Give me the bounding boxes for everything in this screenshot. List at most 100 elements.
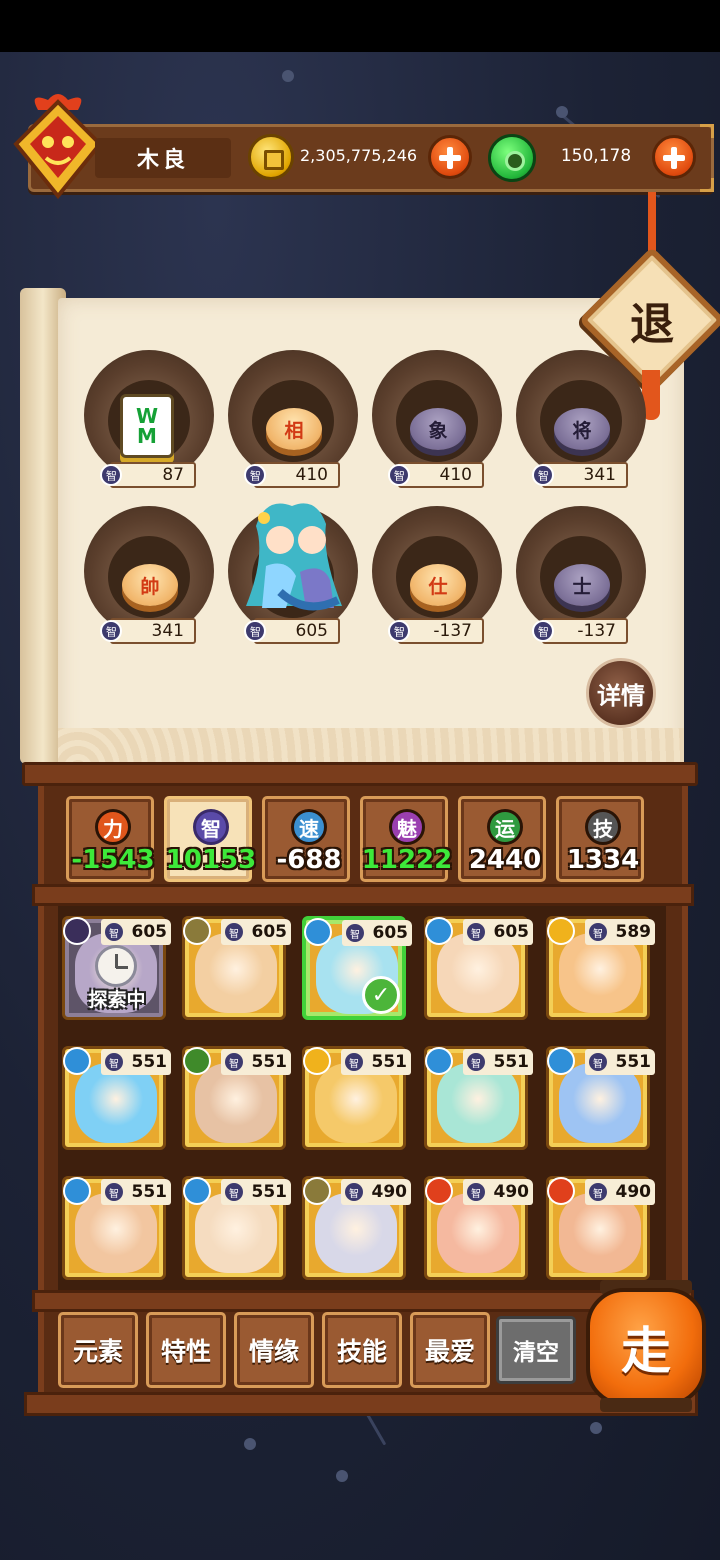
- hero-stat-value: 605: [372, 923, 409, 943]
- hero-portrait: [315, 1193, 397, 1273]
- cabinet-shelf: [32, 884, 694, 906]
- wood-element-icon: [183, 1047, 211, 1075]
- water-element-icon: [63, 1047, 91, 1075]
- hero-portrait: [195, 933, 277, 1013]
- intellect-symbol: 智: [537, 625, 549, 638]
- chess-piece-icon: 士: [554, 564, 610, 606]
- chess-piece-icon: 象: [410, 408, 466, 450]
- intellect-icon: 智: [589, 1053, 607, 1071]
- chess-piece-icon: 相: [266, 408, 322, 450]
- hero-stat-tag: 智 589: [585, 919, 655, 945]
- filter-button[interactable]: 元素: [58, 1312, 138, 1388]
- water-element-icon: [304, 918, 332, 946]
- filter-button[interactable]: 特性: [146, 1312, 226, 1388]
- attribute-tab[interactable]: 速 -688: [262, 796, 350, 882]
- add-gold-button[interactable]: [428, 135, 472, 179]
- hero-portrait: [559, 1193, 641, 1273]
- hero-card[interactable]: 智 551: [182, 1046, 291, 1150]
- fire-element-icon: [547, 1177, 575, 1205]
- hero-portrait: [437, 933, 519, 1013]
- hero-card[interactable]: 智 551: [62, 1046, 171, 1150]
- exit-label[interactable]: 退: [600, 268, 704, 372]
- hero-portrait: [559, 1063, 641, 1143]
- attribute-value: 1334: [566, 845, 640, 875]
- slot-stat-tag: 智 87: [95, 459, 196, 491]
- scroll-wave-border: [58, 728, 684, 766]
- intellect-icon: 智: [225, 1183, 243, 1201]
- add-jade-button[interactable]: [652, 135, 696, 179]
- intellect-icon: 智: [589, 923, 607, 941]
- hero-portrait: [195, 1193, 277, 1273]
- hero-stat-tag: 智 551: [463, 1049, 533, 1075]
- hero-portrait: [75, 1193, 157, 1273]
- slot-stat-value: -137: [577, 621, 616, 641]
- gold-amount: 2,305,775,246: [300, 146, 418, 165]
- slot-stat-value: 87: [162, 465, 184, 485]
- hero-stat-tag: 智 551: [221, 1049, 291, 1075]
- hero-card[interactable]: 智 551: [424, 1046, 533, 1150]
- hero-stat-tag: 智 490: [585, 1179, 655, 1205]
- attribute-tab[interactable]: 技 1334: [556, 796, 644, 882]
- slot-stat-tag: 智 -137: [527, 615, 628, 647]
- hero-card[interactable]: 智 490: [546, 1176, 655, 1280]
- attribute-icon: 魅: [389, 809, 425, 845]
- hero-stat-tag: 智 551: [585, 1049, 655, 1075]
- hero-card[interactable]: 智 605: [424, 916, 533, 1020]
- hero-stat-value: 589: [615, 922, 652, 942]
- hero-stat-tag: 智 551: [101, 1179, 171, 1205]
- attribute-value: 10153: [165, 845, 257, 875]
- player-name: 木良: [95, 138, 231, 178]
- slot-stat-tag: 智 605: [239, 615, 340, 647]
- water-element-icon: [425, 1047, 453, 1075]
- hero-card[interactable]: 智 490: [424, 1176, 533, 1280]
- demon-mask-icon[interactable]: [8, 92, 108, 202]
- attribute-tab[interactable]: 智 10153: [164, 796, 256, 882]
- filter-button[interactable]: 最爱: [410, 1312, 490, 1388]
- filter-button[interactable]: 技能: [322, 1312, 402, 1388]
- intellect-icon: 智: [467, 1053, 485, 1071]
- hero-card[interactable]: 智 589: [546, 916, 655, 1020]
- intellect-icon: 智: [225, 923, 243, 941]
- light-element-icon: [303, 1047, 331, 1075]
- details-button[interactable]: 详情: [586, 658, 656, 728]
- hero-card[interactable]: 智 490: [302, 1176, 411, 1280]
- intellect-icon: 智: [345, 1183, 363, 1201]
- go-button[interactable]: 走: [586, 1288, 706, 1406]
- checkmark-icon: ✓: [362, 976, 400, 1014]
- hero-card[interactable]: 智 605 探索中: [62, 916, 171, 1020]
- chess-piece-icon: 帥: [122, 564, 178, 606]
- clear-button[interactable]: 清空: [496, 1316, 576, 1384]
- hero-stat-tag: 智 605: [101, 919, 171, 945]
- attribute-tab[interactable]: 魅 11222: [360, 796, 452, 882]
- hero-stat-tag: 智 551: [101, 1049, 171, 1075]
- slot-stat-value: -137: [433, 621, 472, 641]
- hero-card[interactable]: 智 605 ✓: [302, 916, 412, 1020]
- hero-stat-value: 490: [371, 1182, 408, 1202]
- slot-stat-tag: 智 410: [239, 459, 340, 491]
- hero-card[interactable]: 智 551: [182, 1176, 291, 1280]
- hero-card[interactable]: 智 605: [182, 916, 291, 1020]
- filter-button[interactable]: 情缘: [234, 1312, 314, 1388]
- hero-card[interactable]: 智 551: [546, 1046, 655, 1150]
- intellect-symbol: 智: [537, 469, 549, 482]
- chess-piece-icon: 仕: [410, 564, 466, 606]
- slot-stat-tag: 智 341: [95, 615, 196, 647]
- hero-stat-value: 551: [131, 1182, 168, 1202]
- water-element-icon: [547, 1047, 575, 1075]
- hero-card[interactable]: 智 551: [62, 1176, 171, 1280]
- attribute-tab[interactable]: 运 2440: [458, 796, 546, 882]
- chess-piece-icon: 将: [554, 408, 610, 450]
- hero-stat-tag: 智 490: [463, 1179, 533, 1205]
- hero-card[interactable]: 智 551: [302, 1046, 411, 1150]
- water-element-icon: [425, 917, 453, 945]
- fire-element-icon: [425, 1177, 453, 1205]
- water-element-icon: [63, 1177, 91, 1205]
- cabinet-top-beam: [22, 762, 698, 786]
- mermaid-hero-figure[interactable]: [226, 496, 356, 616]
- attribute-icon: 技: [585, 809, 621, 845]
- attribute-icon: 力: [95, 809, 131, 845]
- intellect-icon: 智: [105, 1053, 123, 1071]
- intellect-icon: 智: [105, 1183, 123, 1201]
- attribute-tab[interactable]: 力 -1543: [66, 796, 155, 882]
- intellect-icon: 智: [467, 1183, 485, 1201]
